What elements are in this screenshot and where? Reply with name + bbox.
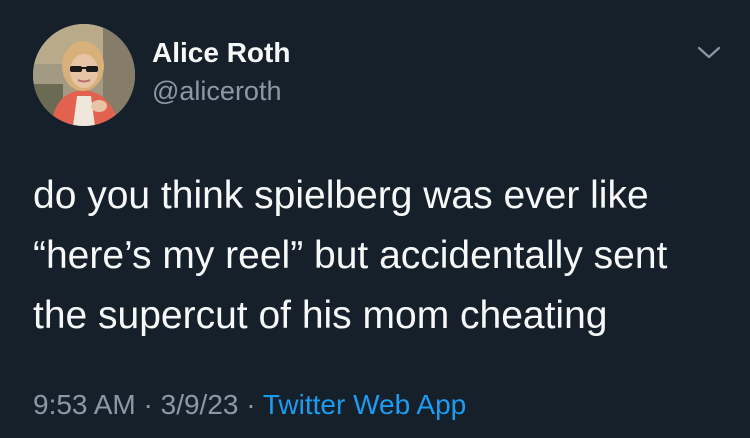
tweet-metadata: 9:53 AM · 3/9/23 · Twitter Web App	[33, 389, 466, 421]
avatar-photo	[33, 24, 135, 126]
author-display-name[interactable]: Alice Roth	[152, 39, 290, 67]
tweet-date[interactable]: 3/9/23	[161, 389, 239, 420]
meta-separator: ·	[238, 389, 263, 420]
author-handle[interactable]: @aliceroth	[152, 78, 281, 105]
tweet-text: do you think spielberg was ever like “he…	[33, 166, 733, 346]
tweet-card: Alice Roth @aliceroth do you think spiel…	[0, 0, 750, 438]
tweet-text-line: “here’s my reel” but accidentally sent	[33, 234, 668, 277]
tweet-source-link[interactable]: Twitter Web App	[263, 389, 466, 420]
tweet-time[interactable]: 9:53 AM	[33, 389, 136, 420]
meta-separator: ·	[135, 389, 161, 420]
avatar[interactable]	[33, 24, 135, 126]
chevron-down-icon[interactable]	[696, 44, 722, 62]
tweet-text-line: the supercut of his mom cheating	[33, 294, 608, 337]
tweet-text-line: do you think spielberg was ever like	[33, 174, 649, 217]
